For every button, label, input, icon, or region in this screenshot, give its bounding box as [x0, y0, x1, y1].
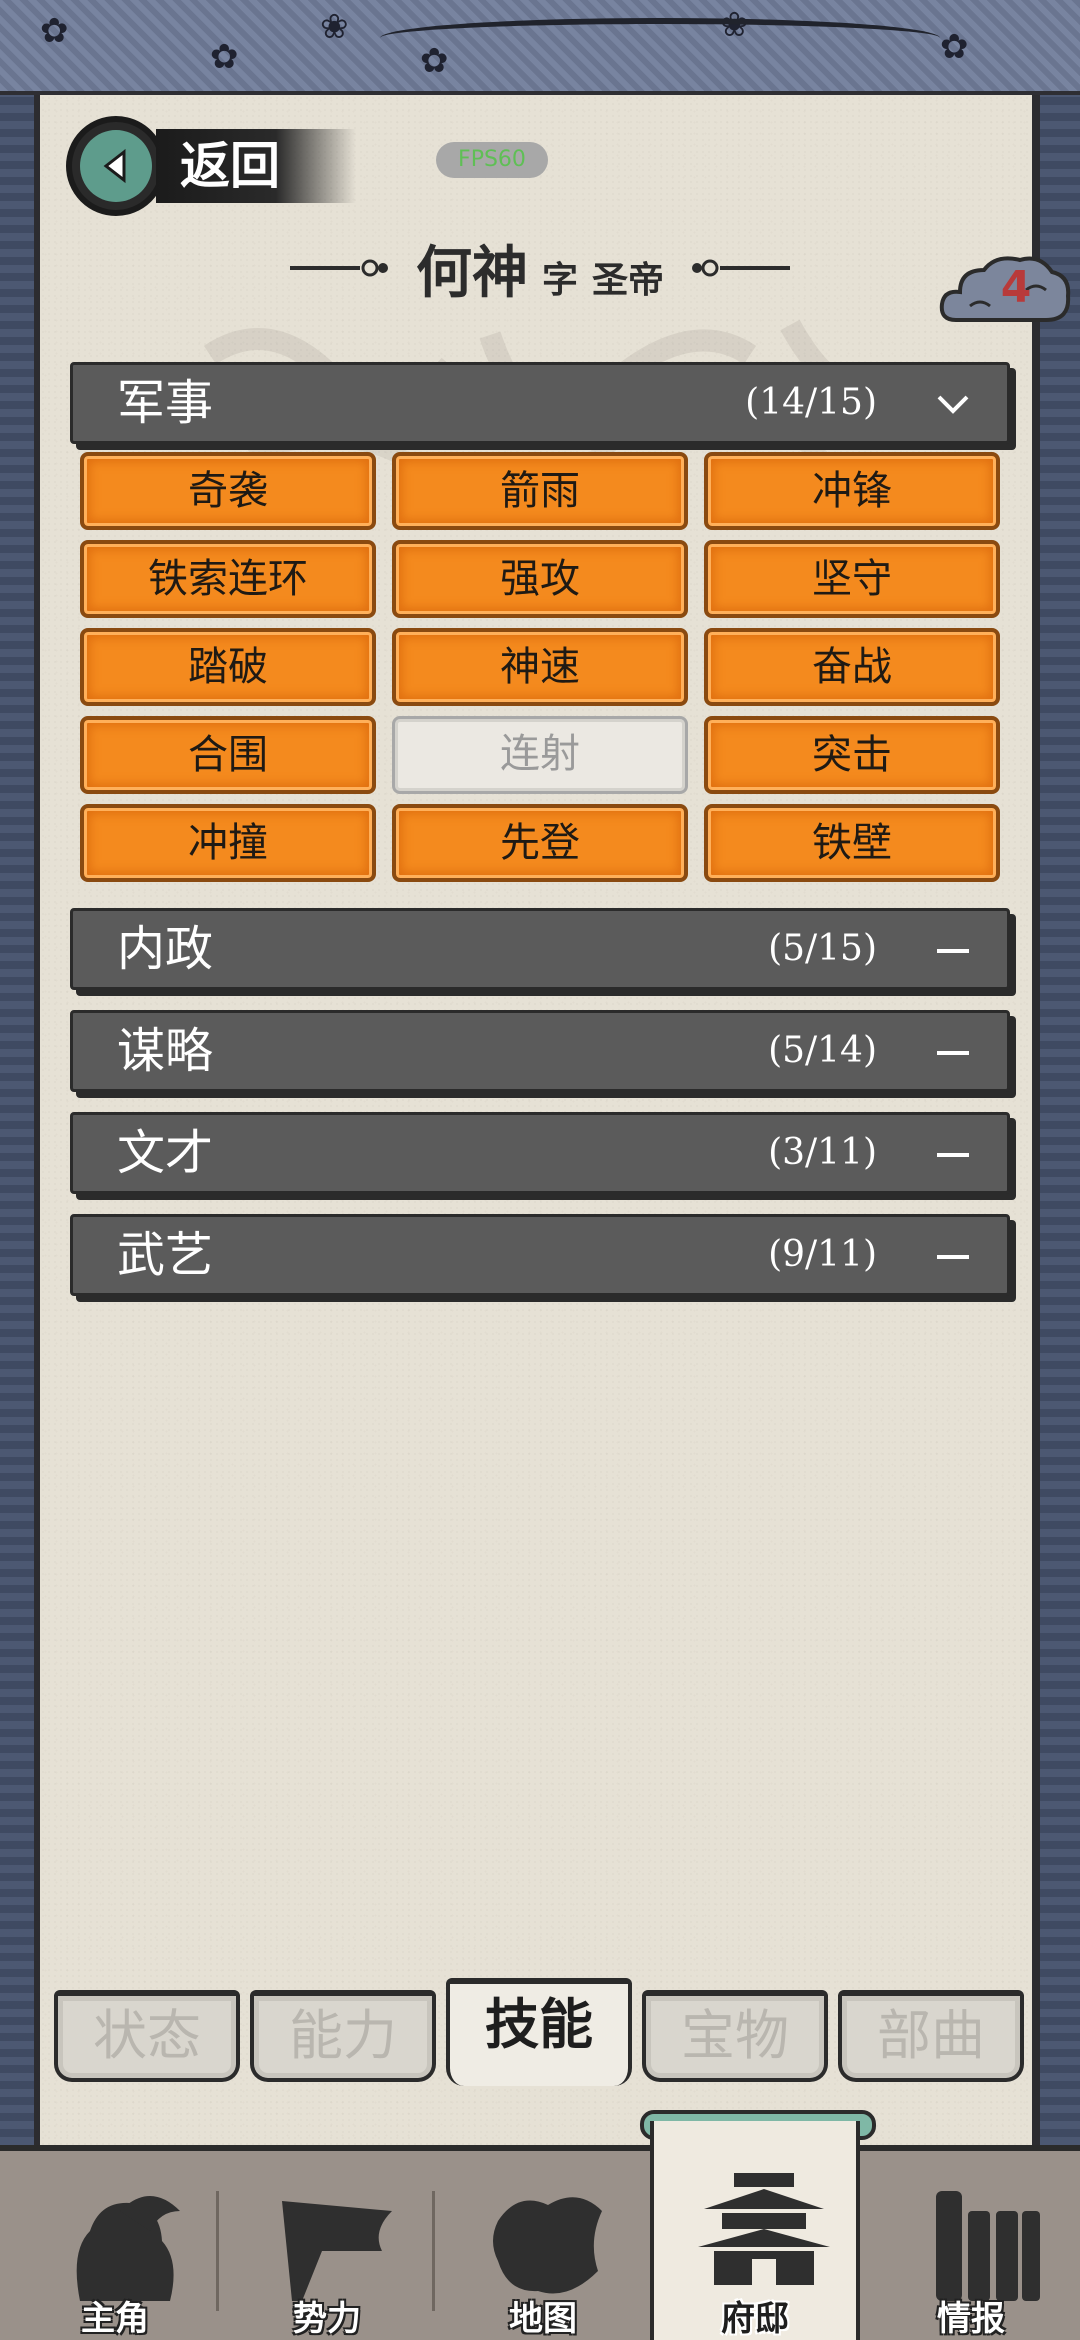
- section-count: (3/11): [768, 1132, 877, 1173]
- back-arrow-icon: [66, 116, 166, 216]
- flower-ornament-icon: ✿: [210, 37, 239, 77]
- section-military[interactable]: 军事 (14/15): [70, 362, 1010, 444]
- back-label: 返回: [156, 129, 356, 203]
- mansion-icon: [698, 2173, 830, 2285]
- nav-map[interactable]: 地图: [438, 2151, 648, 2340]
- character-tabs: 状态 能力 技能 宝物 部曲: [40, 1978, 1040, 2088]
- military-skill-grid: 奇袭 箭雨 冲锋 铁索连环 强攻 坚守 踏破 神速 奋战 合围 连射 突击 冲撞…: [80, 452, 1002, 882]
- section-count: (9/11): [768, 1234, 877, 1275]
- skill-button[interactable]: 合围: [80, 716, 376, 794]
- faction-flag-icon: [282, 2201, 392, 2301]
- section-literary[interactable]: 文才 (3/11): [70, 1112, 1010, 1194]
- courtesy-label: 字: [541, 258, 578, 301]
- skill-button[interactable]: 箭雨: [392, 452, 688, 530]
- flower-ornament-icon: ✿: [940, 27, 969, 67]
- collapse-dash-icon[interactable]: [933, 1133, 973, 1173]
- intel-scrolls-icon: [936, 2191, 1040, 2301]
- skill-button[interactable]: 铁索连环: [80, 540, 376, 618]
- section-title: 武艺: [117, 1227, 214, 1283]
- nav-divider: [432, 2191, 435, 2311]
- back-button[interactable]: 返回: [66, 116, 366, 216]
- right-border: [1040, 95, 1080, 2145]
- top-decorative-band: ✿ ✿ ❀ ✿ ❀ ✿: [0, 0, 1080, 95]
- character-title: 何神 字 圣帝: [240, 228, 840, 308]
- nav-hero[interactable]: 主角: [10, 2151, 220, 2340]
- section-martial[interactable]: 武艺 (9/11): [70, 1214, 1010, 1296]
- section-count: (14/15): [745, 382, 877, 423]
- nav-intel[interactable]: 情报: [866, 2151, 1076, 2340]
- skill-button[interactable]: 奇袭: [80, 452, 376, 530]
- left-border: [0, 95, 34, 2145]
- left-title-ornament-icon: [289, 259, 388, 277]
- chevron-down-icon[interactable]: [933, 383, 973, 423]
- skill-button[interactable]: 坚守: [704, 540, 1000, 618]
- nav-label: 情报: [937, 2299, 1005, 2339]
- tab-ability[interactable]: 能力: [250, 1990, 436, 2082]
- skill-button[interactable]: 强攻: [392, 540, 688, 618]
- nav-label: 势力: [293, 2299, 361, 2339]
- section-count: (5/15): [768, 928, 877, 969]
- nav-label: 主角: [81, 2299, 149, 2339]
- nav-label: 府邸: [721, 2299, 789, 2339]
- section-count: (5/14): [768, 1030, 877, 1071]
- tab-troops[interactable]: 部曲: [838, 1990, 1024, 2082]
- tab-status[interactable]: 状态: [54, 1990, 240, 2082]
- right-title-ornament-icon: [692, 259, 791, 277]
- nav-label: 地图: [509, 2299, 577, 2339]
- section-strategy[interactable]: 谋略 (5/14): [70, 1010, 1010, 1092]
- skill-button[interactable]: 踏破: [80, 628, 376, 706]
- hero-portrait-icon: [76, 2196, 180, 2301]
- skill-button[interactable]: 冲撞: [80, 804, 376, 882]
- nav-faction[interactable]: 势力: [222, 2151, 432, 2340]
- skill-button-locked[interactable]: 连射: [392, 716, 688, 794]
- flower-ornament-icon: ✿: [40, 11, 69, 51]
- skill-button[interactable]: 先登: [392, 804, 688, 882]
- character-name: 何神: [415, 239, 528, 306]
- tab-treasure[interactable]: 宝物: [642, 1990, 828, 2082]
- courtesy-name: 圣帝: [592, 258, 665, 301]
- section-administration[interactable]: 内政 (5/15): [70, 908, 1010, 990]
- fps-indicator: FPS60: [436, 142, 548, 178]
- flower-ornament-icon: ❀: [320, 7, 349, 47]
- collapse-dash-icon[interactable]: [933, 1031, 973, 1071]
- bottom-nav: 主角 势力 地图 府邸 情报: [0, 2121, 1080, 2340]
- section-title: 谋略: [117, 1023, 214, 1079]
- skill-button[interactable]: 神速: [392, 628, 688, 706]
- skill-button[interactable]: 突击: [704, 716, 1000, 794]
- map-icon: [493, 2197, 602, 2294]
- section-title: 内政: [117, 921, 214, 977]
- skill-button[interactable]: 铁壁: [704, 804, 1000, 882]
- nav-divider: [216, 2191, 219, 2311]
- tab-skills[interactable]: 技能: [446, 1978, 632, 2086]
- skill-button[interactable]: 奋战: [704, 628, 1000, 706]
- badge-count: 4: [1000, 262, 1032, 313]
- collapse-dash-icon[interactable]: [933, 929, 973, 969]
- section-title: 军事: [117, 375, 214, 431]
- collapse-dash-icon[interactable]: [933, 1235, 973, 1275]
- skill-button[interactable]: 冲锋: [704, 452, 1000, 530]
- notification-cloud-badge[interactable]: 4: [936, 250, 1072, 342]
- nav-mansion[interactable]: 府邸: [650, 2121, 860, 2340]
- vine-ornament: [380, 18, 940, 58]
- section-title: 文才: [117, 1125, 214, 1181]
